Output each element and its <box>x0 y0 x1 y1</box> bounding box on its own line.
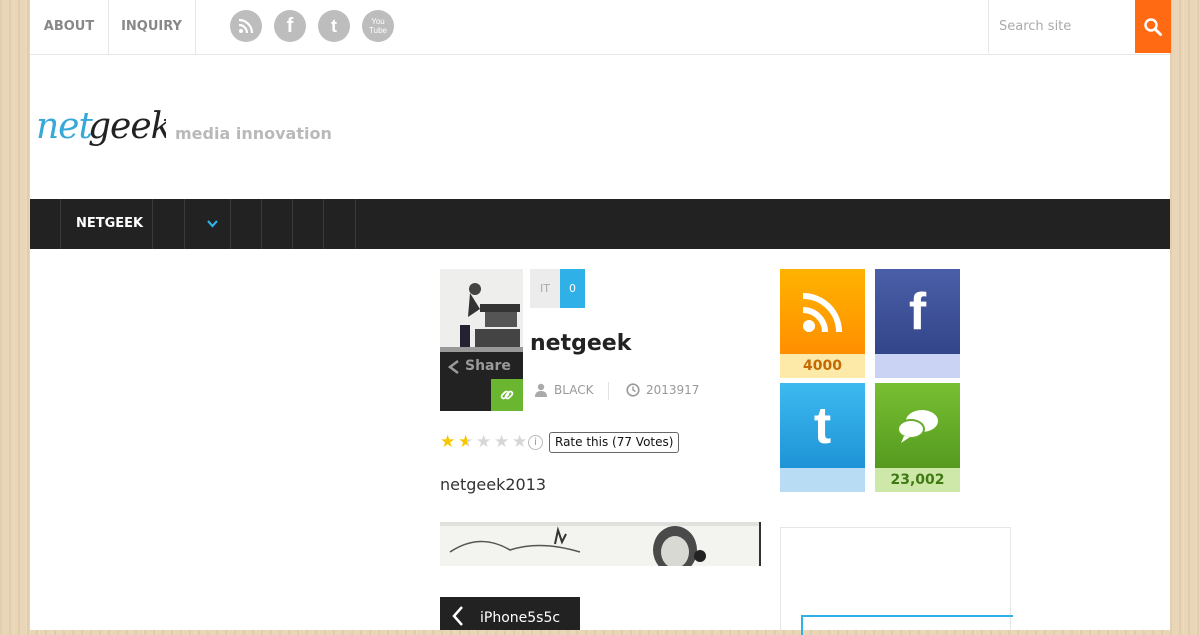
permalink-button[interactable] <box>491 379 523 411</box>
widget-content <box>801 615 1013 635</box>
post-title[interactable]: netgeek <box>530 331 631 356</box>
search-box <box>988 0 1171 53</box>
sidebar-widget <box>780 527 1013 635</box>
post-thumbnail[interactable] <box>440 269 523 352</box>
top-bar: ABOUT INQUIRY f t You Tube <box>30 0 1171 55</box>
twitter-count <box>780 468 865 492</box>
link-icon <box>500 390 514 400</box>
share-icon <box>448 360 459 374</box>
svg-text:geek: geek <box>88 106 166 147</box>
category-badge[interactable]: IT <box>530 269 560 308</box>
nav-item[interactable] <box>292 199 324 249</box>
star-rating[interactable]: ★ ★ ★ ★ ★ <box>440 434 530 451</box>
facebook-icon[interactable]: f <box>274 10 306 42</box>
page-container: ABOUT INQUIRY f t You Tube net geek medi… <box>30 0 1171 635</box>
author-name[interactable]: BLACK <box>554 383 593 397</box>
star-icon[interactable]: ★ <box>458 434 476 451</box>
star-icon[interactable]: ★ <box>494 434 512 451</box>
clock-icon <box>626 383 640 397</box>
date-text: 2013917 <box>646 383 700 397</box>
svg-text:net: net <box>36 106 93 147</box>
star-icon[interactable]: ★ <box>440 434 458 451</box>
comments-tile[interactable]: 23,002 <box>875 383 960 492</box>
chevron-left-icon <box>452 606 463 626</box>
comments-icon <box>875 383 960 468</box>
twitter-tile[interactable]: t <box>780 383 865 492</box>
post-date: 2013917 <box>626 383 699 397</box>
rating-tooltip: Rate this (77 Votes) <box>549 432 680 453</box>
facebook-tile[interactable]: f <box>875 269 960 378</box>
rss-count: 4000 <box>780 354 865 378</box>
nav-item-label: NETGEEK <box>76 216 144 231</box>
site-tagline: media innovation <box>175 124 332 143</box>
info-icon[interactable]: i <box>528 435 543 450</box>
nav-item[interactable] <box>323 199 356 249</box>
rss-icon <box>780 269 865 354</box>
facebook-icon: f <box>875 269 960 354</box>
comments-count: 23,002 <box>875 468 960 492</box>
comment-count-badge[interactable]: 0 <box>560 269 585 308</box>
nav-dropdown[interactable] <box>184 199 231 249</box>
search-icon <box>1144 17 1162 36</box>
prev-post-link[interactable]: iPhone5s5c <box>440 597 580 630</box>
twitter-icon[interactable]: t <box>318 10 350 42</box>
chevron-down-icon <box>207 220 218 228</box>
inquiry-link[interactable]: INQUIRY <box>108 0 196 54</box>
article-image <box>440 522 761 566</box>
nav-item-netgeek[interactable]: NETGEEK <box>60 199 153 249</box>
nav-item[interactable] <box>230 199 262 249</box>
share-box: Share <box>440 352 523 411</box>
rss-icon[interactable] <box>230 10 262 42</box>
prev-post-title[interactable]: iPhone5s5c <box>480 610 560 626</box>
about-link[interactable]: ABOUT <box>30 0 109 54</box>
user-icon <box>535 383 547 397</box>
main-nav: NETGEEK <box>30 199 1170 249</box>
rss-tile[interactable]: 4000 <box>780 269 865 378</box>
star-icon[interactable]: ★ <box>476 434 494 451</box>
site-logo[interactable]: net geek <box>36 100 172 156</box>
post-excerpt: netgeek2013 <box>440 475 547 494</box>
nav-item[interactable] <box>152 199 185 249</box>
share-button[interactable]: Share <box>465 358 511 374</box>
twitter-icon: t <box>780 383 865 468</box>
youtube-icon[interactable]: You Tube <box>362 10 394 42</box>
post-author[interactable]: BLACK <box>534 383 593 397</box>
nav-item[interactable] <box>261 199 293 249</box>
search-input[interactable] <box>989 0 1135 53</box>
meta-divider <box>608 382 609 400</box>
search-button[interactable] <box>1135 0 1171 53</box>
facebook-count <box>875 354 960 378</box>
